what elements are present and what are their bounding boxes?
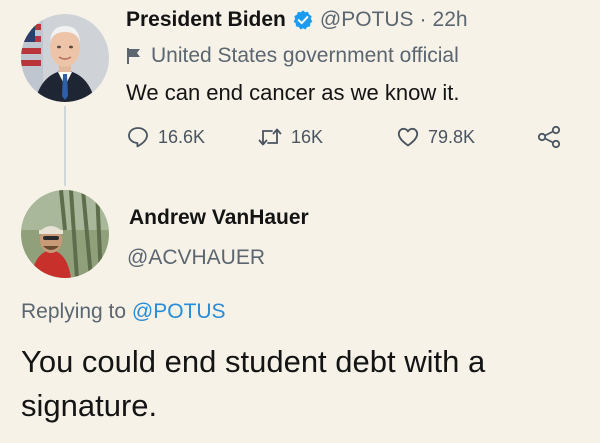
share-button[interactable] (536, 122, 570, 152)
share-icon (537, 125, 561, 149)
reply-author-avatar[interactable] (21, 190, 109, 278)
author-name[interactable]: President Biden (126, 8, 286, 32)
heart-icon (397, 127, 419, 147)
reply-button[interactable]: 16.6K (126, 122, 205, 152)
retweet-button[interactable]: 16K (257, 122, 323, 152)
like-button[interactable]: 79.8K (396, 122, 475, 152)
government-label-text: United States government official (151, 44, 459, 67)
flag-icon (126, 47, 142, 65)
government-label[interactable]: United States government official (126, 42, 459, 70)
retweet-count: 16K (291, 126, 324, 147)
tweet-header: President Biden @POTUS · 22h (126, 6, 468, 34)
reply-count: 16.6K (158, 126, 206, 147)
retweet-icon (258, 128, 282, 146)
author-handle[interactable]: @POTUS (320, 8, 414, 32)
verified-badge-icon (292, 9, 314, 31)
separator-dot: · (419, 8, 427, 31)
tweet-thread: President Biden @POTUS · 22h United Stat… (0, 0, 600, 443)
like-count: 79.8K (428, 126, 476, 147)
reply-author-handle[interactable]: @ACVHAUER (127, 246, 265, 270)
reply-icon (128, 127, 148, 148)
tweet-text: We can end cancer as we know it. (126, 80, 460, 105)
tweet-actions: 16.6K 16K 79.8K (126, 122, 566, 152)
tweet-timestamp[interactable]: 22h (433, 8, 468, 32)
replying-to-line: Replying to @POTUS (21, 300, 226, 324)
replying-to-prefix: Replying to (21, 300, 127, 323)
thread-connector-line (64, 106, 66, 186)
potus-avatar[interactable] (21, 14, 109, 102)
reply-text: You could end student debt with a signat… (21, 344, 486, 423)
reply-author-name[interactable]: Andrew VanHauer (129, 206, 309, 230)
replying-to-mention[interactable]: @POTUS (132, 300, 226, 323)
